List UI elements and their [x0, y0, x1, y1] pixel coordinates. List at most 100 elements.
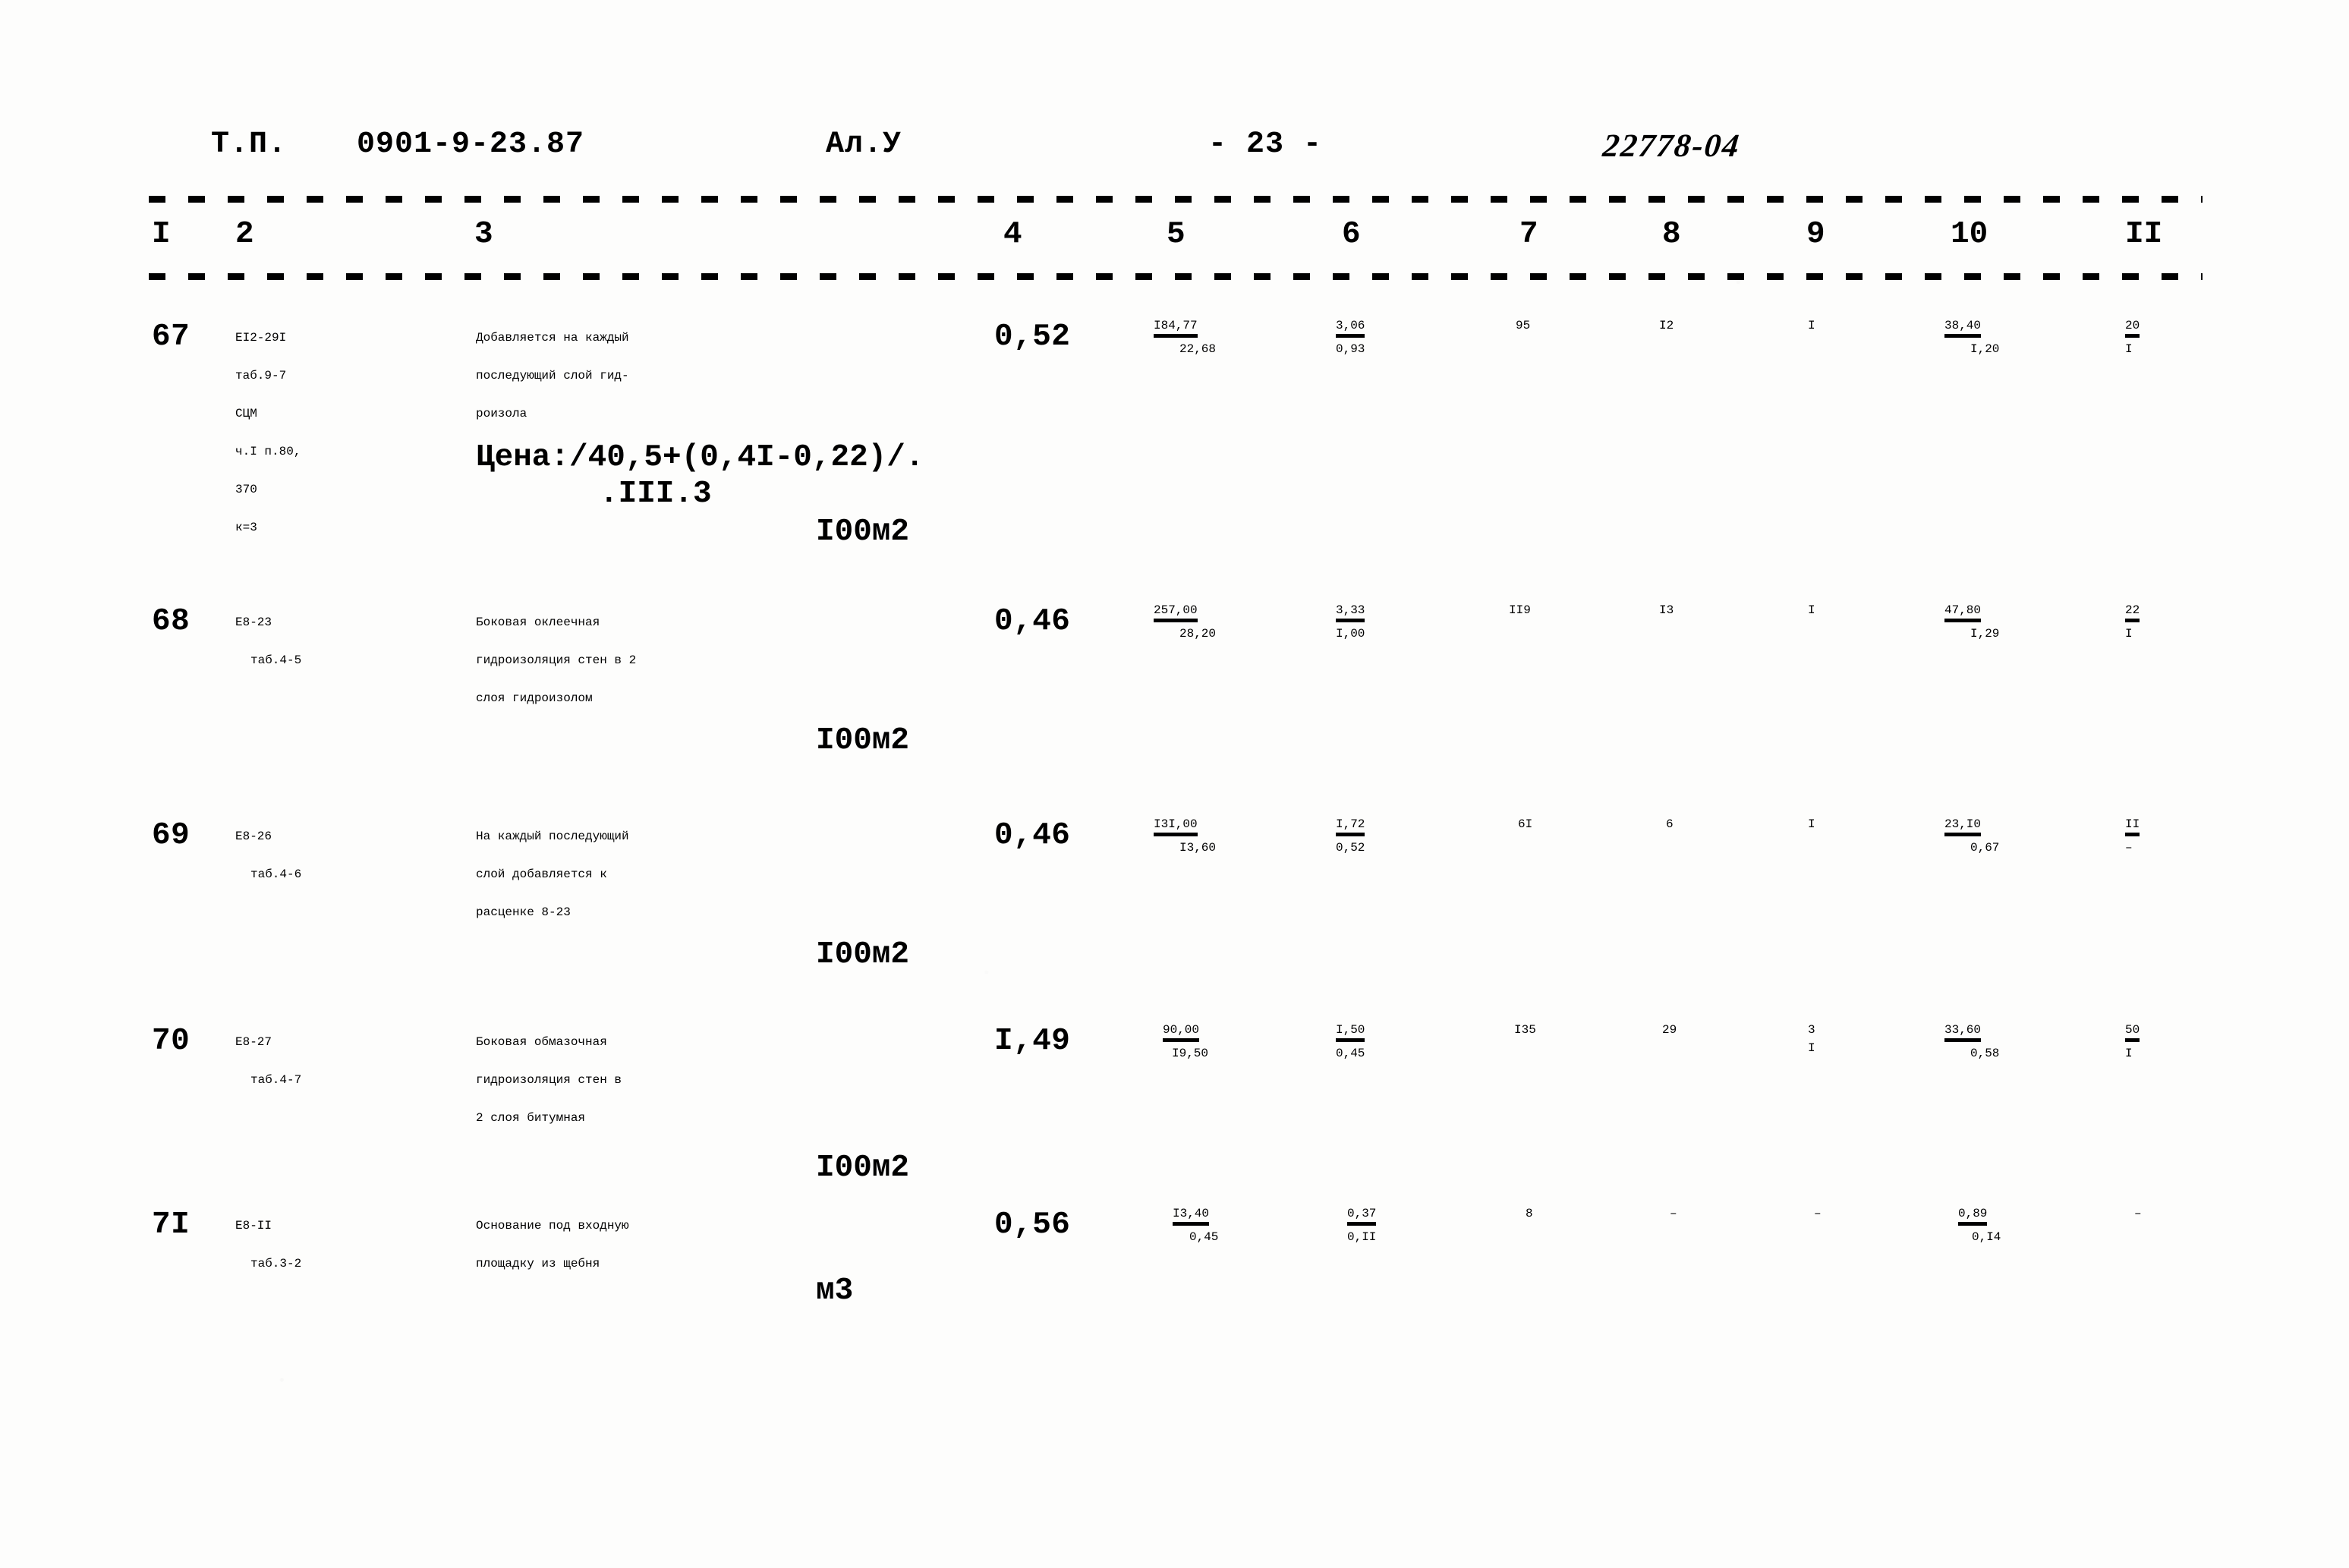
album-label: Ал.У — [826, 128, 902, 162]
norm-code-line: Е8-27 — [235, 1035, 272, 1049]
cell-col10-bottom: I,29 — [1970, 627, 2000, 641]
cell-col11-bottom: I — [2125, 1047, 2133, 1060]
cell-col5: I3I,00 I3,60 — [1154, 817, 1305, 855]
column-number-11: II — [2125, 217, 2163, 252]
cell-col7-top: 95 — [1516, 319, 1531, 332]
document-type-label: Т.П. — [211, 128, 288, 162]
cell-col11-top: 22 — [2125, 603, 2216, 622]
cell-col7: 8 — [1526, 1207, 1617, 1225]
cell-col4: I,49 — [994, 1024, 1071, 1059]
work-description-line: 2 слоя битумная — [476, 1111, 586, 1125]
unit-of-measure: I00м2 — [816, 723, 910, 758]
cell-col10-top: 38,40 — [1944, 319, 2089, 338]
column-number-3: 3 — [474, 217, 493, 252]
cell-col9: – — [1814, 1207, 1897, 1225]
cell-col11-top: – — [2134, 1207, 2142, 1220]
row-number: 70 — [152, 1024, 191, 1059]
norm-code-line: 370 — [235, 483, 257, 496]
norm-code-line: таб.4-7 — [250, 1073, 302, 1087]
cell-col6: 3,06 0,93 — [1336, 319, 1465, 356]
project-code: 0901-9-23.87 — [357, 128, 585, 162]
cell-col7-top: 8 — [1526, 1207, 1533, 1220]
cell-col8: 6 — [1666, 817, 1757, 836]
cell-col8-top: I3 — [1659, 603, 1674, 617]
norm-code-line: Е8-26 — [235, 830, 272, 843]
unit-of-measure: I00м2 — [816, 1151, 910, 1185]
unit-of-measure: I00м2 — [816, 937, 910, 972]
cell-col9: I — [1808, 319, 1891, 337]
cell-col10: 23,I0 0,67 — [1944, 817, 2089, 855]
norm-code-line: таб.4-5 — [250, 653, 302, 667]
cell-col5-bottom: 22,68 — [1179, 342, 1217, 356]
column-number-10: 10 — [1951, 217, 1988, 252]
cell-col5-bottom: I3,60 — [1179, 841, 1217, 855]
cell-col6: I,50 0,45 — [1336, 1023, 1465, 1060]
norm-code-block: Е8-23 таб.4-5 — [235, 603, 301, 679]
work-description-line: гидроизоляция стен в — [476, 1073, 622, 1087]
cell-col10: 0,89 0,I4 — [1958, 1207, 2102, 1244]
norm-code-block: Е8-26 таб.4-6 — [235, 817, 301, 893]
cell-col4: 0,56 — [994, 1207, 1071, 1242]
cell-col6-bottom: 0,45 — [1336, 1047, 1365, 1060]
norm-code-line: таб.3-2 — [250, 1257, 302, 1270]
cell-col6-top: 3,06 — [1336, 319, 1465, 338]
row-number: 7I — [152, 1207, 191, 1242]
price-formula-suffix: .III.3 — [600, 477, 712, 512]
cell-col8-top: I2 — [1659, 319, 1674, 332]
cell-col10: 38,40 I,20 — [1944, 319, 2089, 356]
column-number-7: 7 — [1519, 217, 1538, 252]
page-header: Т.П. 0901-9-23.87 Ал.У - 23 - 22778-04 — [0, 128, 2349, 173]
norm-code-line: таб.9-7 — [235, 369, 287, 383]
cell-col4: 0,52 — [994, 320, 1071, 354]
cell-col9: I — [1808, 817, 1891, 836]
cell-col6-bottom: 0,II — [1347, 1230, 1377, 1244]
work-description-line: На каждый последующий — [476, 830, 629, 843]
column-number-1: I — [152, 217, 171, 252]
work-description-line: слой добавляется к — [476, 867, 607, 881]
cell-col11-bottom: I — [2125, 342, 2133, 356]
row-number: 67 — [152, 320, 191, 354]
cell-col11: 22 I — [2125, 603, 2216, 641]
cell-col4: 0,46 — [994, 818, 1071, 853]
work-description-block: Добавляется на каждый последующий слой г… — [476, 319, 629, 433]
cell-col5-bottom: 0,45 — [1189, 1230, 1219, 1244]
cell-col9-top: I — [1808, 319, 1815, 332]
cell-col11-top: 50 — [2125, 1023, 2216, 1042]
cell-col8: I2 — [1659, 319, 1750, 337]
cell-col11-top: 20 — [2125, 319, 2216, 338]
column-number-2: 2 — [235, 217, 254, 252]
work-description-line: роизола — [476, 407, 527, 420]
column-number-8: 8 — [1662, 217, 1681, 252]
norm-code-line: СЦМ — [235, 407, 257, 420]
row-number: 69 — [152, 818, 191, 853]
work-description-line: последующий слой гид- — [476, 369, 629, 383]
work-description-line: Боковая обмазочная — [476, 1035, 607, 1049]
cell-col11-top: II — [2125, 817, 2216, 836]
cell-col9-top: I — [1808, 603, 1815, 617]
norm-code-block: Е8-27 таб.4-7 — [235, 1023, 301, 1099]
cell-col6-top: I,50 — [1336, 1023, 1465, 1042]
work-description-block: На каждый последующий слой добавляется к… — [476, 817, 629, 931]
cell-col10-top: 47,80 — [1944, 603, 2089, 622]
cell-col8-top: 6 — [1666, 817, 1674, 831]
norm-code-line: ч.I п.80, — [235, 445, 301, 458]
cell-col7: 95 — [1516, 319, 1607, 337]
cell-col11: – — [2134, 1207, 2225, 1225]
cell-col6: 0,37 0,II — [1347, 1207, 1476, 1244]
cell-col7-top: II9 — [1509, 603, 1531, 617]
work-description-block: Боковая оклеечная гидроизоляция стен в 2… — [476, 603, 636, 717]
norm-code-line: таб.4-6 — [250, 867, 302, 881]
work-description-block: Основание под входную площадку из щебня — [476, 1207, 629, 1283]
cell-col9: 3 I — [1808, 1023, 1891, 1055]
cell-col6-top: I,72 — [1336, 817, 1465, 836]
column-number-5: 5 — [1167, 217, 1186, 252]
cell-col9-top: 3 — [1808, 1023, 1815, 1037]
cell-col5-top: I3,40 — [1173, 1207, 1324, 1226]
cell-col5: 90,00 I9,50 — [1163, 1023, 1315, 1060]
unit-of-measure: I00м2 — [816, 515, 910, 549]
norm-code-line: Е8-23 — [235, 616, 272, 629]
cell-col7: 6I — [1518, 817, 1609, 836]
cell-col10-top: 0,89 — [1958, 1207, 2102, 1226]
cell-col10: 47,80 I,29 — [1944, 603, 2089, 641]
cell-col11: 50 I — [2125, 1023, 2216, 1060]
